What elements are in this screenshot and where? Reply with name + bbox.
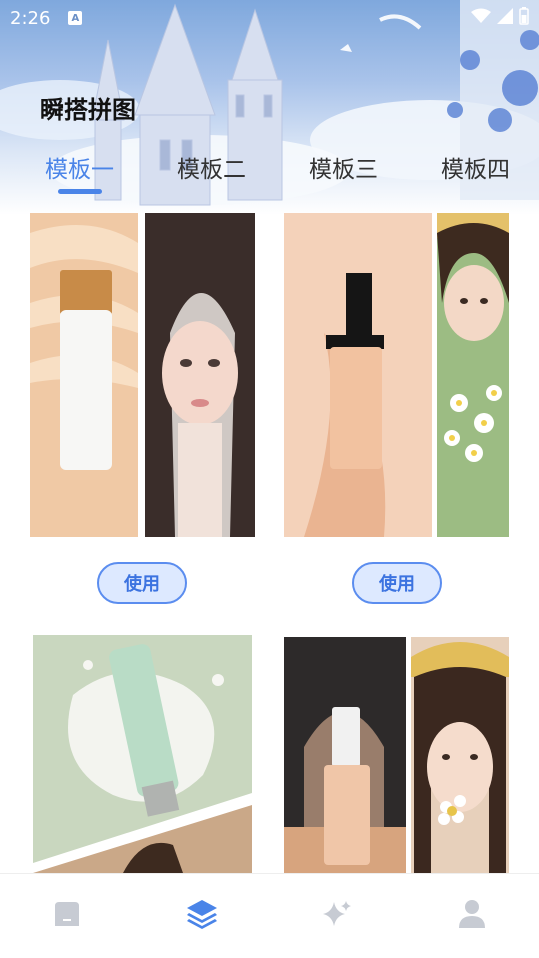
notification-icon: A (68, 11, 83, 25)
wifi-icon (471, 8, 491, 28)
tab-template-3[interactable]: 模板三 (309, 150, 378, 184)
template-card-2[interactable] (284, 213, 509, 537)
template-card-1[interactable] (30, 213, 255, 537)
use-template-1-button[interactable]: 使用 (97, 562, 187, 604)
nav-profile[interactable] (404, 874, 539, 958)
tab-template-2[interactable]: 模板二 (177, 150, 246, 184)
sparkle-icon (321, 898, 353, 934)
layers-icon (185, 898, 219, 934)
use-template-2-button[interactable]: 使用 (352, 562, 442, 604)
tab-template-1[interactable]: 模板一 (45, 150, 114, 184)
nav-home[interactable] (0, 874, 135, 958)
nav-templates[interactable] (135, 874, 270, 958)
bottom-navigation (0, 873, 539, 958)
tab-template-4[interactable]: 模板四 (441, 150, 510, 184)
status-bar: 2:26 A (0, 0, 539, 36)
battery-icon (519, 7, 529, 29)
signal-icon (497, 8, 513, 28)
nav-ai[interactable] (270, 874, 405, 958)
profile-icon (457, 898, 487, 934)
template-card-4[interactable] (284, 637, 509, 873)
page-title: 瞬搭拼图 (40, 96, 136, 124)
status-time: 2:26 (10, 7, 51, 29)
home-icon (51, 898, 83, 934)
tab-indicator (58, 189, 102, 194)
template-card-3[interactable] (33, 635, 252, 873)
